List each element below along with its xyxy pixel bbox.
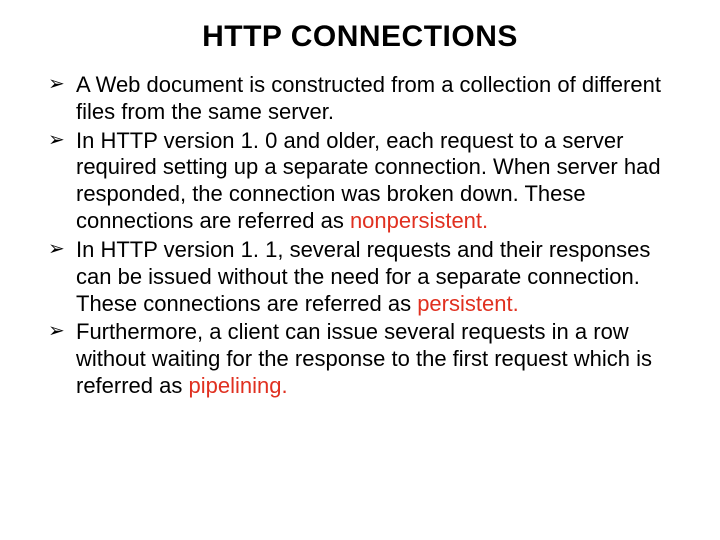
highlight-term: nonpersistent. <box>350 208 488 233</box>
list-item: Furthermore, a client can issue several … <box>48 319 672 399</box>
bullet-text: A Web document is constructed from a col… <box>76 72 661 124</box>
list-item: In HTTP version 1. 0 and older, each req… <box>48 128 672 235</box>
list-item: A Web document is constructed from a col… <box>48 72 672 126</box>
highlight-term: persistent. <box>417 291 519 316</box>
list-item: In HTTP version 1. 1, several requests a… <box>48 237 672 317</box>
slide-title: HTTP CONNECTIONS <box>48 20 672 54</box>
slide: HTTP CONNECTIONS A Web document is const… <box>0 0 720 540</box>
bullet-text: In HTTP version 1. 1, several requests a… <box>76 237 650 316</box>
bullet-list: A Web document is constructed from a col… <box>48 72 672 400</box>
highlight-term: pipelining. <box>189 373 288 398</box>
bullet-text: Furthermore, a client can issue several … <box>76 319 652 398</box>
